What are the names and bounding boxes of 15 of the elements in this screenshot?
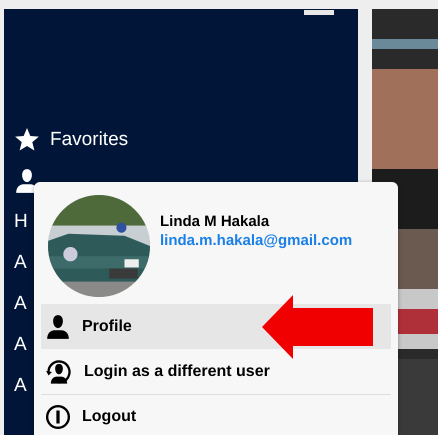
sidebar-item[interactable]: A	[14, 334, 27, 356]
switch-user-icon	[45, 358, 73, 386]
menu-item[interactable]: Login as a different user	[41, 349, 391, 394]
menu-item[interactable]: Logout	[41, 394, 391, 435]
sidebar-item[interactable]: A	[14, 252, 27, 274]
power-icon	[45, 404, 71, 430]
sidebar-item[interactable]: A	[14, 292, 27, 314]
sidebar-item[interactable]: Favorites	[50, 128, 128, 150]
user-icon	[45, 314, 71, 340]
sidebar-item[interactable]: H	[14, 210, 28, 232]
user-name: Linda M Hakala	[160, 213, 270, 230]
sidebar-item[interactable]: A	[14, 374, 27, 396]
user-email[interactable]: linda.m.hakala@gmail.com	[160, 232, 352, 249]
star-icon	[14, 127, 40, 152]
menu-bar-mark	[304, 10, 334, 15]
